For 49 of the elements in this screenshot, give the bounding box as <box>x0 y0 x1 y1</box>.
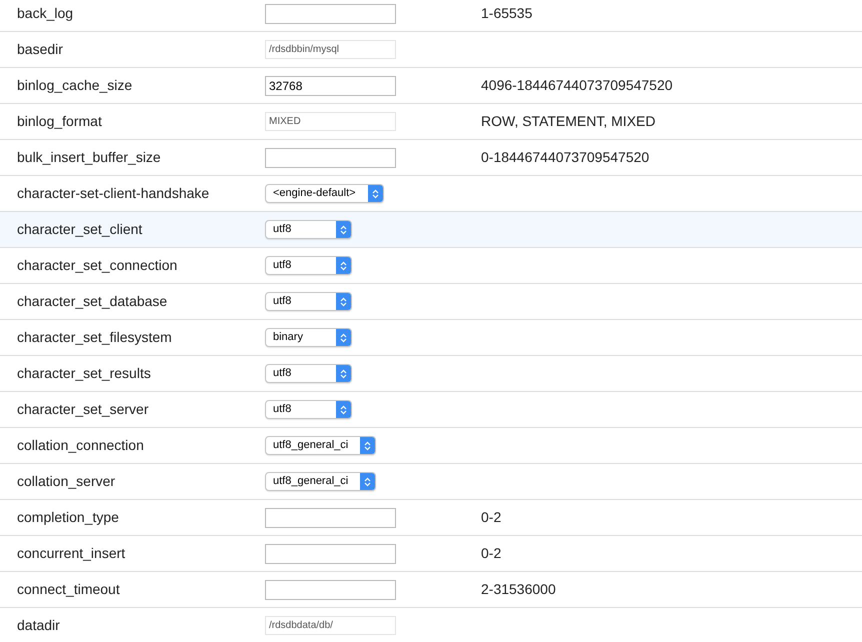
input-field[interactable] <box>265 4 396 24</box>
parameter-name: character_set_results <box>16 364 152 383</box>
dropdown[interactable]: utf8 <box>265 256 352 275</box>
allowed-values: 0-2 <box>481 508 502 527</box>
parameter-name: basedir <box>16 40 64 59</box>
allowed-values: 1-65535 <box>481 4 532 23</box>
dropdown[interactable]: utf8_general_ci <box>265 472 376 491</box>
parameter-name: collation_server <box>16 472 116 491</box>
updown-caret-icon <box>364 476 372 486</box>
dropdown[interactable]: binary <box>265 328 352 347</box>
allowed-values: 4096-18446744073709547520 <box>481 76 673 95</box>
parameter-name: connect_timeout <box>16 580 121 599</box>
updown-caret-icon <box>340 224 347 234</box>
input-field[interactable] <box>265 580 396 600</box>
updown-caret-icon <box>364 440 372 450</box>
allowed-values: ROW, STATEMENT, MIXED <box>481 112 656 131</box>
updown-caret-icon <box>372 188 379 198</box>
parameter-name: character_set_database <box>16 292 168 311</box>
dropdown[interactable]: <engine-default> <box>265 184 384 203</box>
parameter-name: completion_type <box>16 508 120 527</box>
allowed-values: 0-2 <box>481 544 502 563</box>
updown-caret-icon <box>340 260 347 270</box>
parameter-name: datadir <box>16 616 61 635</box>
parameter-name: concurrent_insert <box>16 544 126 563</box>
parameter-name: character-set-client-handshake <box>16 184 210 203</box>
parameter-name: character_set_server <box>16 400 150 419</box>
parameter-name: character_set_client <box>16 220 144 239</box>
parameter-name: collation_connection <box>16 436 145 455</box>
input-field[interactable] <box>265 148 396 168</box>
updown-caret-icon <box>340 296 347 306</box>
updown-caret-icon <box>340 404 347 414</box>
input-field[interactable]: 32768 <box>265 76 396 96</box>
parameter-name: binlog_format <box>16 112 103 131</box>
dropdown[interactable]: utf8 <box>265 292 352 311</box>
dropdown[interactable]: utf8_general_ci <box>265 436 376 455</box>
dropdown[interactable]: utf8 <box>265 220 352 239</box>
parameter-name: back_log <box>16 4 74 23</box>
dropdown[interactable]: utf8 <box>265 400 352 419</box>
parameter-name: bulk_insert_buffer_size <box>16 148 162 167</box>
input-field[interactable] <box>265 544 396 564</box>
parameter-name: character_set_filesystem <box>16 328 173 347</box>
allowed-values: 0-18446744073709547520 <box>481 148 650 167</box>
dropdown[interactable]: utf8 <box>265 364 352 383</box>
allowed-values: 2-31536000 <box>481 580 556 599</box>
input-field[interactable] <box>265 508 396 528</box>
parameter-name: binlog_cache_size <box>16 76 134 95</box>
parameter-name: character_set_connection <box>16 256 178 275</box>
updown-caret-icon <box>340 368 347 378</box>
updown-caret-icon <box>340 332 347 342</box>
